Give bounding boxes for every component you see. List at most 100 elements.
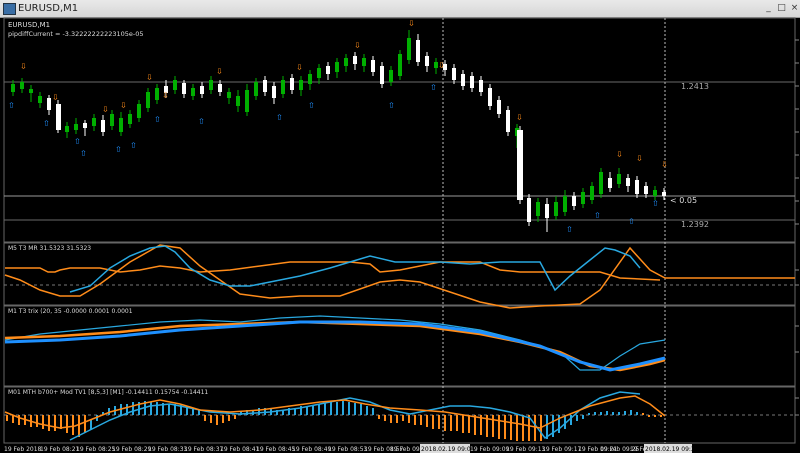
- candle[interactable]: [554, 202, 558, 216]
- candle[interactable]: [299, 80, 303, 90]
- candle[interactable]: [461, 74, 465, 86]
- candle[interactable]: [452, 68, 456, 80]
- candle[interactable]: [506, 110, 510, 132]
- candle[interactable]: [536, 202, 540, 216]
- candle[interactable]: [572, 196, 576, 206]
- candle[interactable]: [20, 82, 24, 89]
- candlesticks[interactable]: [11, 30, 666, 232]
- candle[interactable]: [173, 80, 177, 90]
- candle[interactable]: [344, 58, 348, 66]
- time-label: 19 Feb 08:25: [76, 446, 116, 453]
- candle[interactable]: [38, 96, 42, 103]
- candle[interactable]: [626, 178, 630, 186]
- down-arrow-icon: ⇩: [216, 67, 223, 76]
- candle[interactable]: [29, 89, 33, 93]
- candle[interactable]: [218, 84, 222, 92]
- candle[interactable]: [290, 78, 294, 90]
- candle[interactable]: [308, 74, 312, 84]
- level-high-label: 1.2413: [681, 82, 709, 91]
- candle[interactable]: [380, 66, 384, 84]
- up-arrow-icon: ⇧: [388, 101, 395, 110]
- candle[interactable]: [407, 38, 411, 60]
- candle[interactable]: [497, 100, 501, 114]
- candle[interactable]: [92, 118, 96, 126]
- symbol-label: EURUSD,M1: [8, 21, 50, 29]
- subpanel-3-histogram: [6, 401, 662, 441]
- candle[interactable]: [545, 204, 549, 218]
- candle[interactable]: [200, 86, 204, 94]
- candle[interactable]: [326, 66, 330, 74]
- up-arrow-icon: ⇧: [130, 141, 137, 150]
- candle[interactable]: [479, 80, 483, 92]
- candle[interactable]: [362, 58, 366, 66]
- candle[interactable]: [83, 123, 87, 128]
- up-arrow-icon: ⇧: [566, 225, 573, 234]
- candle[interactable]: [488, 88, 492, 106]
- candle[interactable]: [263, 80, 267, 92]
- candle[interactable]: [470, 76, 474, 88]
- candle[interactable]: [227, 92, 231, 98]
- candle[interactable]: [254, 82, 258, 96]
- candle[interactable]: [317, 68, 321, 78]
- up-arrow-icon: ⇧: [154, 115, 161, 124]
- candle[interactable]: [236, 96, 240, 106]
- candle[interactable]: [335, 62, 339, 72]
- candle[interactable]: [581, 192, 585, 204]
- candle[interactable]: [281, 80, 285, 94]
- subpanel-3-blue-line: [69, 391, 641, 441]
- up-arrow-icon: ⇧: [43, 119, 50, 128]
- down-arrow-icon: ⇩: [354, 41, 361, 50]
- subpanel-3-label: M01 MTH b700+ Mod TV1 [8,5,3] [M1] -0.14…: [8, 389, 208, 396]
- candle[interactable]: [11, 84, 15, 92]
- candle[interactable]: [617, 174, 621, 184]
- candle[interactable]: [137, 104, 141, 118]
- up-arrow-icon: ⇧: [115, 145, 122, 154]
- candle[interactable]: [74, 124, 78, 130]
- candle[interactable]: [146, 92, 150, 108]
- subpanel-1-label: M5 T3 MR 31.5323 31.5323: [8, 245, 91, 252]
- candle[interactable]: [398, 54, 402, 76]
- candle[interactable]: [653, 190, 657, 196]
- chart-canvas[interactable]: 1.2413 1.2392 < 0.05 EURUSD,M1 pipdiffCu…: [0, 0, 800, 453]
- candle[interactable]: [389, 70, 393, 82]
- candle[interactable]: [65, 126, 69, 132]
- candle[interactable]: [353, 56, 357, 64]
- subpanel-2-orange-line: [4, 320, 666, 372]
- candle[interactable]: [272, 86, 276, 98]
- candle[interactable]: [110, 114, 114, 126]
- candle[interactable]: [371, 60, 375, 72]
- up-arrow-icon: ⇧: [594, 211, 601, 220]
- candle[interactable]: [635, 180, 639, 194]
- candle[interactable]: [101, 120, 105, 132]
- candle[interactable]: [662, 192, 666, 196]
- candle[interactable]: [56, 104, 61, 130]
- down-arrow-icon: ⇩: [438, 61, 445, 70]
- time-label: 19 Feb 08:53: [328, 446, 368, 453]
- subpanel-2-frame: [3, 305, 796, 387]
- candle[interactable]: [119, 118, 123, 132]
- candle[interactable]: [155, 88, 159, 100]
- candle[interactable]: [47, 98, 51, 110]
- up-arrow-icon: ⇧: [628, 217, 635, 226]
- candle[interactable]: [128, 114, 132, 124]
- level-low-label: 1.2392: [681, 220, 709, 229]
- candle[interactable]: [209, 80, 213, 90]
- candle[interactable]: [608, 178, 612, 188]
- candle[interactable]: [425, 56, 429, 66]
- candle[interactable]: [563, 196, 567, 212]
- candle[interactable]: [517, 130, 523, 200]
- candle[interactable]: [182, 83, 186, 94]
- time-label: 19 Feb 08:45: [256, 446, 296, 453]
- time-label: 19 Feb 08:21: [40, 446, 80, 453]
- candle[interactable]: [644, 186, 648, 194]
- up-arrow-icon: ⇧: [74, 137, 81, 146]
- candle[interactable]: [527, 198, 531, 222]
- indicator-text: pipdiffCurrent = -3.32222222223105e-05: [8, 30, 144, 38]
- crosshair-time-label: 2018.02.19 09:34: [645, 446, 699, 453]
- time-label: 19 Feb 09:09: [470, 446, 510, 453]
- candle[interactable]: [191, 88, 195, 96]
- candle[interactable]: [590, 186, 594, 200]
- candle[interactable]: [599, 172, 603, 194]
- candle[interactable]: [416, 40, 420, 62]
- candle[interactable]: [245, 90, 249, 112]
